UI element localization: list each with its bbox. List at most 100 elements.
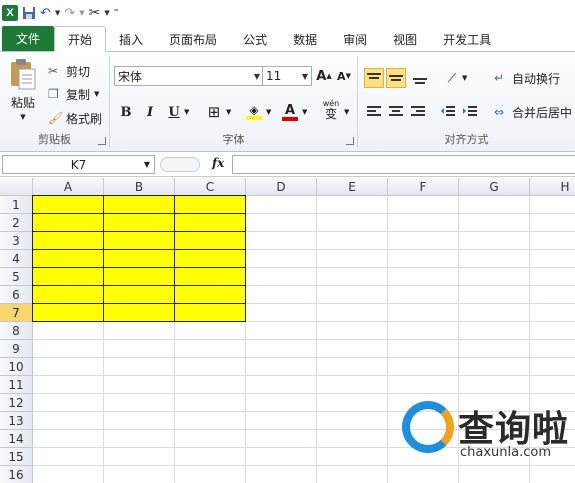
cell-E15[interactable] [317,448,388,466]
cell-G2[interactable] [459,214,530,232]
cell-A1[interactable] [33,196,104,214]
cell-B15[interactable] [104,448,175,466]
column-header[interactable]: C [175,178,246,196]
fill-color-dropdown-icon[interactable]: ▼ [266,108,271,116]
tab-file[interactable]: 文件 [2,26,55,51]
cell-D9[interactable] [246,340,317,358]
cell-E6[interactable] [317,286,388,304]
cell-E9[interactable] [317,340,388,358]
cell-B4[interactable] [104,250,175,268]
cell-B11[interactable] [104,376,175,394]
cell-C9[interactable] [175,340,246,358]
cell-C11[interactable] [175,376,246,394]
cell-D12[interactable] [246,394,317,412]
cell-B2[interactable] [104,214,175,232]
cell-H10[interactable] [530,358,575,376]
cell-H11[interactable] [530,376,575,394]
cell-E1[interactable] [317,196,388,214]
paste-button[interactable]: 粘贴 ▼ [6,58,40,126]
cell-E13[interactable] [317,412,388,430]
formula-input[interactable] [232,155,575,174]
align-middle-button[interactable] [386,68,406,88]
save-icon[interactable] [22,4,36,22]
cell-A9[interactable] [33,340,104,358]
cell-E10[interactable] [317,358,388,376]
clipboard-launcher-icon[interactable] [98,137,106,145]
copy-button[interactable]: ❐ 复制 ▼ [48,85,99,103]
cell-E2[interactable] [317,214,388,232]
row-header[interactable]: 7 [0,304,33,322]
cell-B7[interactable] [104,304,175,322]
tab-page-layout[interactable]: 页面布局 [156,27,230,51]
cell-C1[interactable] [175,196,246,214]
tab-home[interactable]: 开始 [54,26,107,52]
phonetic-dropdown-icon[interactable]: ▼ [344,108,349,116]
cell-F7[interactable] [388,304,459,322]
undo-dropdown-icon[interactable]: ▼ [55,4,60,22]
row-header[interactable]: 1 [0,196,33,214]
cell-E7[interactable] [317,304,388,322]
cell-D14[interactable] [246,430,317,448]
row-header[interactable]: 9 [0,340,33,358]
cell-C15[interactable] [175,448,246,466]
cell-A13[interactable] [33,412,104,430]
redo-dropdown-icon[interactable]: ▼ [79,4,84,22]
cell-A11[interactable] [33,376,104,394]
cell-G1[interactable] [459,196,530,214]
bold-button[interactable]: B [116,102,136,122]
name-box[interactable]: K7 ▼ [2,155,155,174]
cell-G10[interactable] [459,358,530,376]
cell-A2[interactable] [33,214,104,232]
cell-H2[interactable] [530,214,575,232]
select-all-corner[interactable] [0,178,33,196]
font-color-dropdown-icon[interactable]: ▼ [302,108,307,116]
grow-font-button[interactable]: A ▲ [314,66,334,86]
cell-B9[interactable] [104,340,175,358]
cell-H4[interactable] [530,250,575,268]
customize-qat-icon[interactable]: ⁼ [114,4,119,22]
cell-F4[interactable] [388,250,459,268]
italic-button[interactable]: I [140,102,160,122]
cell-A4[interactable] [33,250,104,268]
cell-A10[interactable] [33,358,104,376]
merge-center-button[interactable]: ⇔ 合并后居中 [494,102,572,122]
tools-icon[interactable]: ✂ [89,4,101,22]
tab-data[interactable]: 数据 [280,27,330,51]
row-header[interactable]: 5 [0,268,33,286]
cell-G11[interactable] [459,376,530,394]
cell-A3[interactable] [33,232,104,250]
redo-icon[interactable]: ↷ [64,4,75,22]
cell-A16[interactable] [33,466,104,483]
cell-H9[interactable] [530,340,575,358]
row-header[interactable]: 15 [0,448,33,466]
cell-D6[interactable] [246,286,317,304]
format-painter-button[interactable]: 🖌 格式刷 [48,109,102,127]
orientation-dropdown-icon[interactable]: ▼ [462,74,467,82]
fill-color-button[interactable]: ◈ [244,102,264,122]
cell-H5[interactable] [530,268,575,286]
cell-B1[interactable] [104,196,175,214]
row-header[interactable]: 13 [0,412,33,430]
cell-C2[interactable] [175,214,246,232]
column-header[interactable]: F [388,178,459,196]
insert-function-icon[interactable]: fx [212,156,224,170]
cell-C8[interactable] [175,322,246,340]
column-header[interactable]: D [246,178,317,196]
decrease-indent-button[interactable] [438,102,458,122]
orientation-icon[interactable]: ⟋ [442,68,462,88]
align-bottom-button[interactable] [410,68,430,88]
cell-C6[interactable] [175,286,246,304]
formula-bar-resize-handle[interactable] [160,157,200,172]
cell-H8[interactable] [530,322,575,340]
cell-E4[interactable] [317,250,388,268]
cell-G6[interactable] [459,286,530,304]
tab-developer[interactable]: 开发工具 [430,27,504,51]
cell-A5[interactable] [33,268,104,286]
tab-insert[interactable]: 插入 [106,27,156,51]
cell-A6[interactable] [33,286,104,304]
align-right-button[interactable] [408,102,428,122]
align-center-button[interactable] [386,102,406,122]
cell-C10[interactable] [175,358,246,376]
cell-D1[interactable] [246,196,317,214]
cell-C16[interactable] [175,466,246,483]
